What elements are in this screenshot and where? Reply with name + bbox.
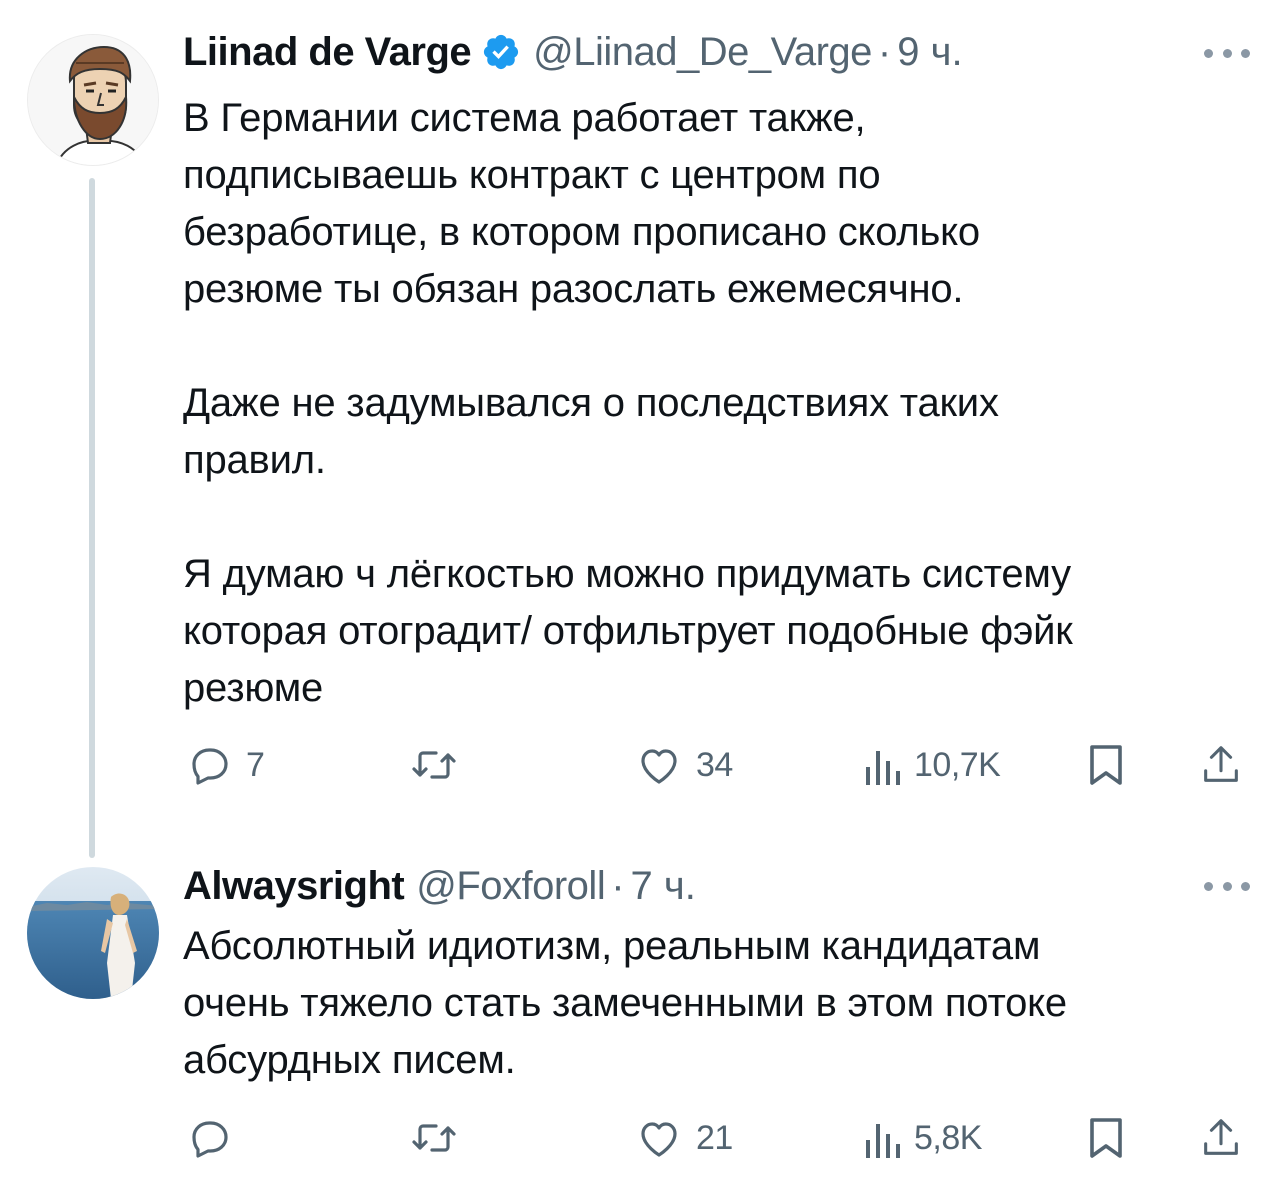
- retweet-icon: [412, 1124, 456, 1152]
- tweet-time[interactable]: 7 ч.: [631, 864, 696, 908]
- like-count: 21: [696, 1118, 733, 1157]
- tweet-actions: 7 34 10,7K: [0, 737, 1280, 793]
- share-button[interactable]: [1198, 1110, 1244, 1166]
- views-icon: [866, 1124, 900, 1158]
- user-handle[interactable]: @Foxforoll: [416, 864, 605, 908]
- tweet-actions: 21 5,8K: [0, 1110, 1280, 1166]
- views-button[interactable]: 5,8K: [862, 1110, 982, 1166]
- share-icon: [1204, 1119, 1238, 1155]
- like-icon: [641, 1122, 677, 1157]
- share-icon: [1204, 746, 1238, 782]
- verified-badge-icon: [481, 32, 521, 72]
- display-name[interactable]: Liinad de Varge: [183, 30, 472, 74]
- views-button[interactable]: 10,7K: [862, 737, 1001, 793]
- tweet-text: Абсолютный идиотизм, реальным кандидатам…: [183, 918, 1253, 1089]
- user-handle[interactable]: @Liinad_De_Varge: [533, 30, 872, 74]
- more-icon[interactable]: [1204, 880, 1250, 892]
- tweet-paragraph: Даже не задумывался о последствиях таких…: [183, 381, 999, 482]
- bookmark-icon: [1090, 1118, 1122, 1158]
- display-name[interactable]: Alwaysright: [183, 864, 405, 908]
- retweet-button[interactable]: [408, 737, 460, 793]
- avatar[interactable]: [27, 867, 159, 999]
- more-icon[interactable]: [1204, 47, 1250, 59]
- views-count: 5,8K: [914, 1118, 982, 1157]
- share-button[interactable]: [1198, 737, 1244, 793]
- tweet-time[interactable]: 9 ч.: [897, 30, 962, 74]
- like-button[interactable]: 21: [634, 1110, 733, 1166]
- reply-button[interactable]: [186, 1110, 246, 1166]
- woman-by-sea-photo-icon: [27, 867, 159, 999]
- separator-dot: ·: [611, 864, 625, 908]
- retweet-button[interactable]: [408, 1110, 460, 1166]
- tweet-paragraph: Абсолютный идиотизм, реальным кандидатам…: [183, 924, 1067, 1082]
- bookmark-button[interactable]: [1086, 1110, 1126, 1166]
- bookmark-icon: [1090, 745, 1122, 785]
- tweet[interactable]: Liinad de Varge @Liinad_De_Varge · 9 ч. …: [0, 0, 1280, 860]
- separator-dot: ·: [877, 30, 892, 74]
- like-button[interactable]: 34: [634, 737, 733, 793]
- bearded-man-drawing-icon: [28, 35, 158, 165]
- reply-icon: [192, 748, 228, 785]
- retweet-icon: [412, 751, 456, 779]
- views-count: 10,7K: [914, 745, 1001, 784]
- reply-icon: [192, 1121, 228, 1158]
- tweet-paragraph: Я думаю ч лёгкостью можно придумать сист…: [183, 552, 1073, 710]
- avatar[interactable]: [27, 34, 159, 166]
- views-icon: [866, 751, 900, 785]
- like-icon: [641, 749, 677, 784]
- tweet-text: В Германии система работает также, подпи…: [183, 90, 1253, 717]
- tweet-header: Liinad de Varge @Liinad_De_Varge · 9 ч.: [183, 30, 963, 74]
- reply-button[interactable]: 7: [186, 737, 265, 793]
- tweet-header: Alwaysright @Foxforoll · 7 ч.: [183, 864, 696, 908]
- bookmark-button[interactable]: [1086, 737, 1126, 793]
- tweet-paragraph: В Германии система работает также, подпи…: [183, 96, 980, 311]
- reply-count: 7: [246, 745, 265, 784]
- like-count: 34: [696, 745, 733, 784]
- tweet[interactable]: Alwaysright @Foxforoll · 7 ч. Абсолютный…: [0, 860, 1280, 1201]
